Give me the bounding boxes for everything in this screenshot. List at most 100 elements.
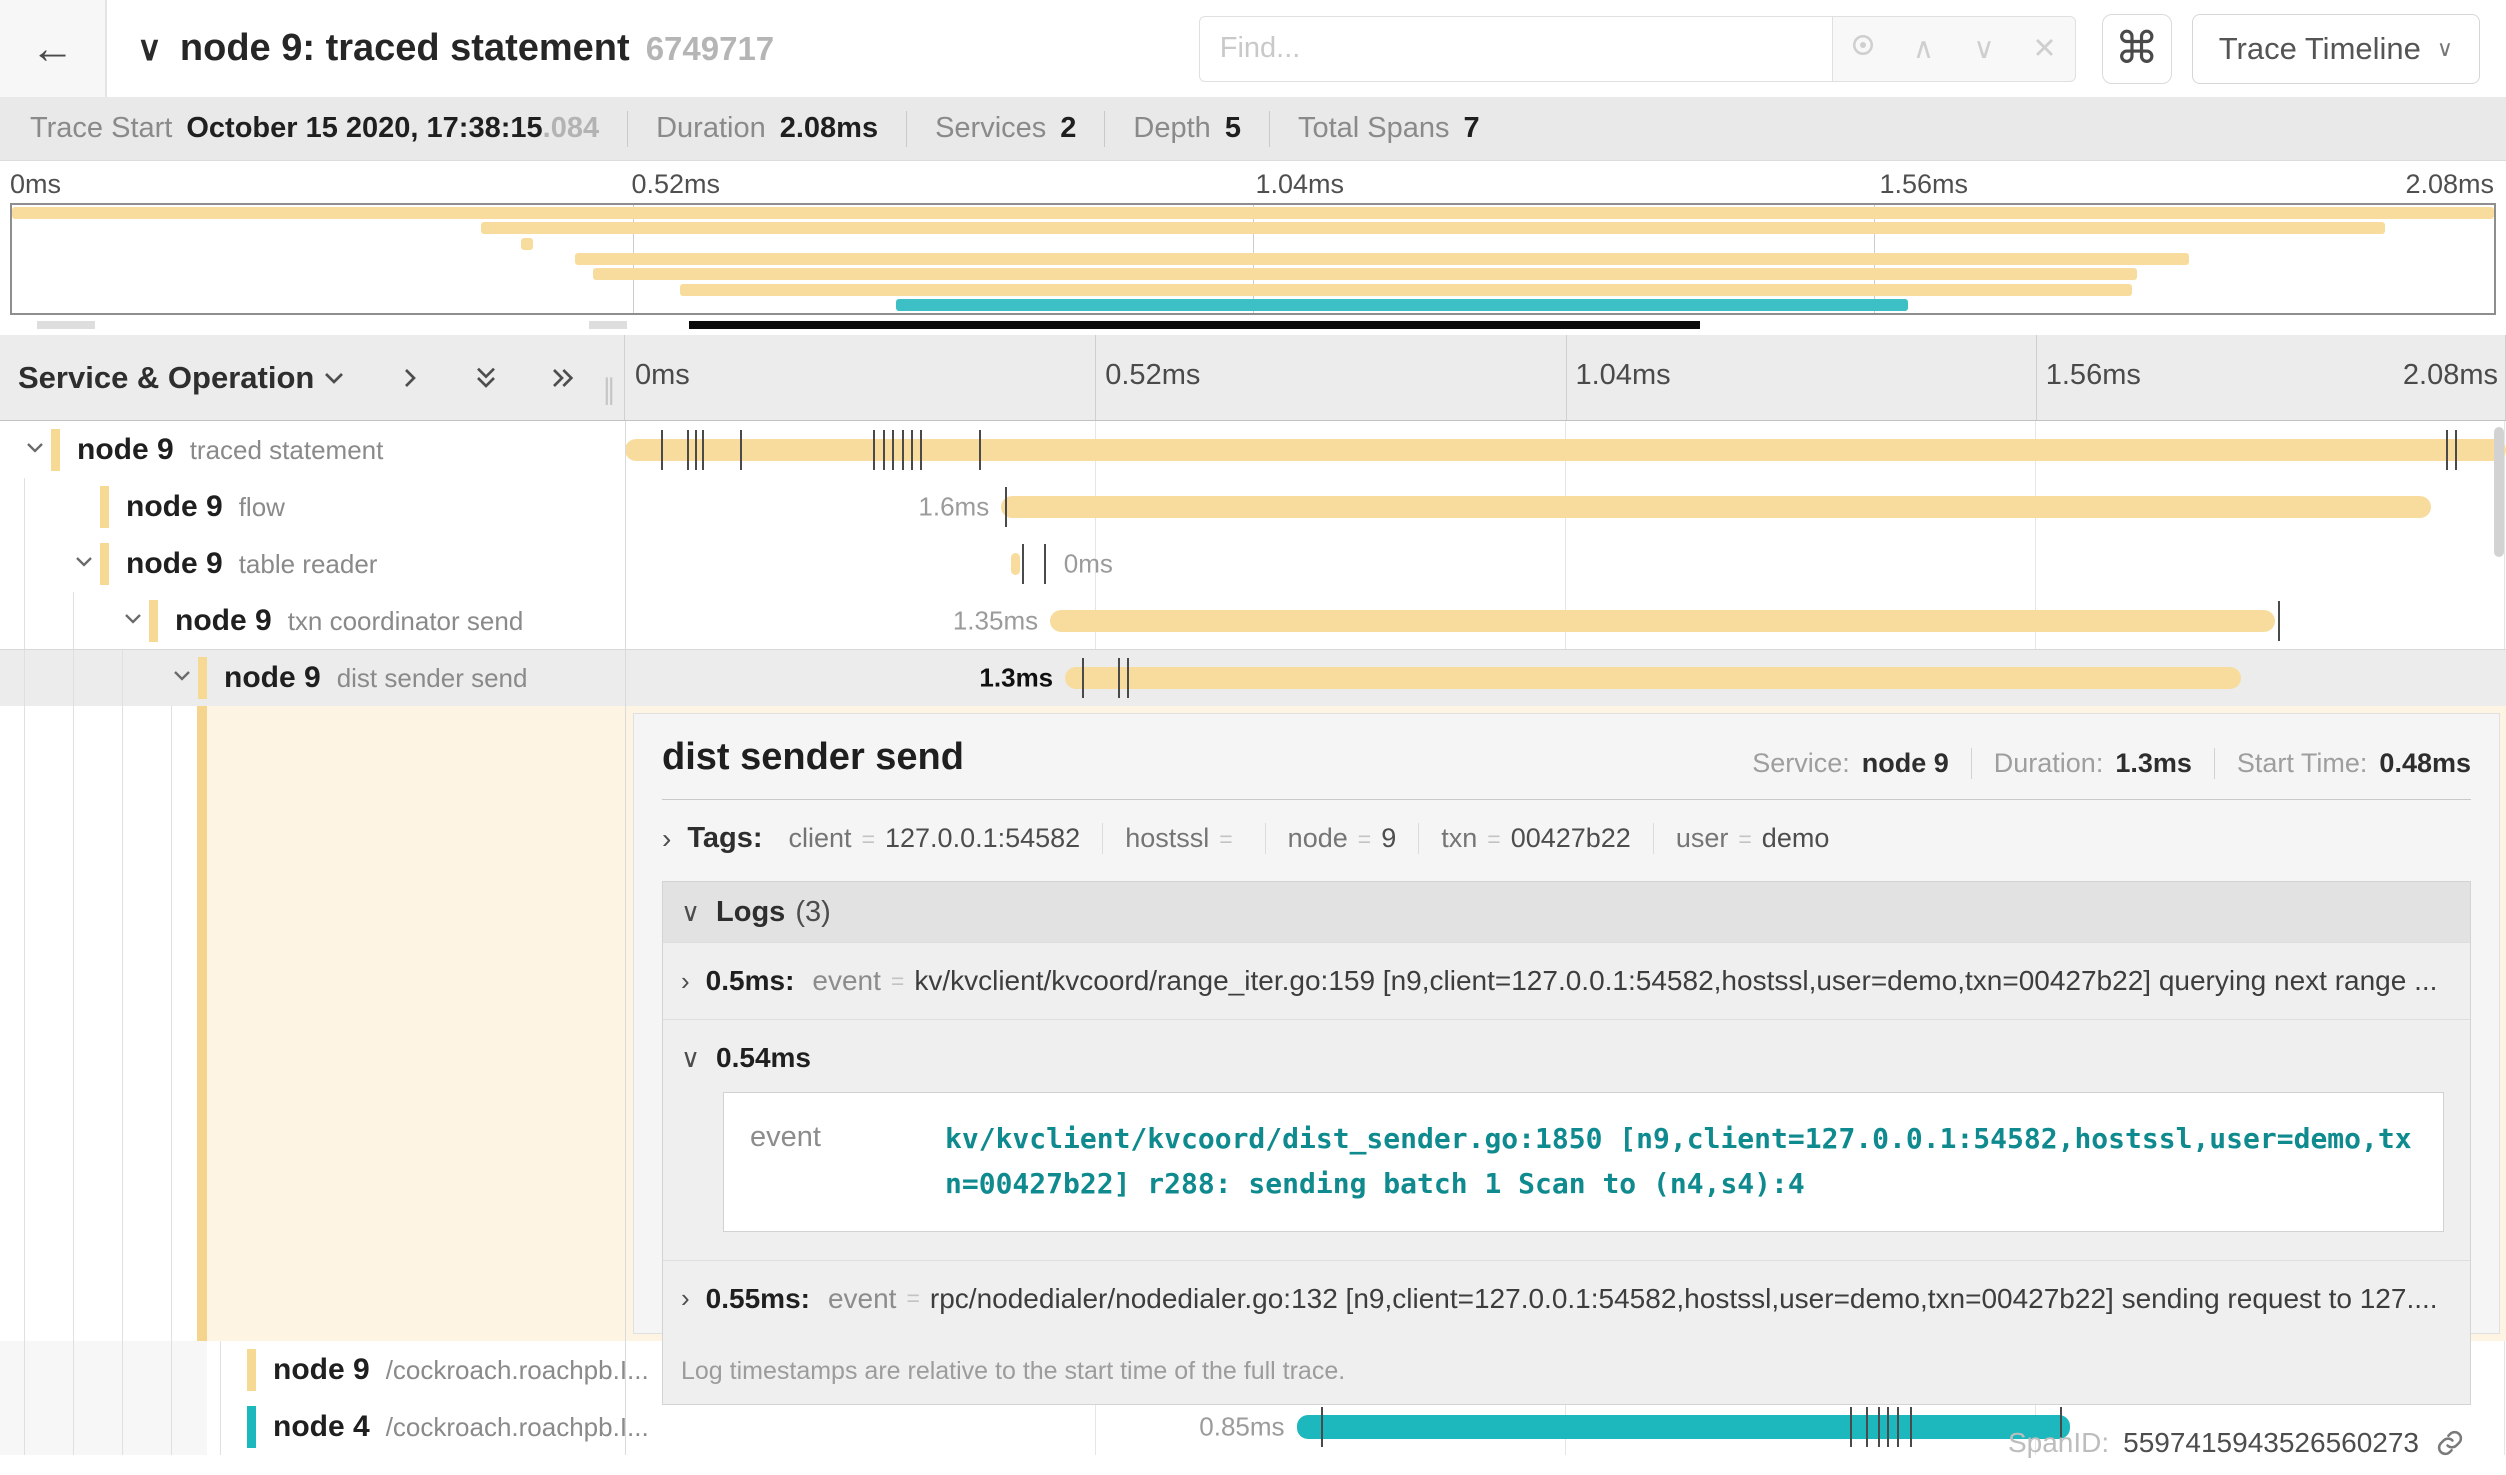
span-color-swatch xyxy=(149,600,158,642)
span-bar[interactable] xyxy=(1065,667,2241,689)
log-marker xyxy=(740,430,742,470)
find-input[interactable] xyxy=(1199,16,1832,82)
chevron-down-icon[interactable] xyxy=(70,547,98,580)
log-marker xyxy=(902,430,904,470)
span-bar[interactable] xyxy=(1001,496,2431,518)
log-marker xyxy=(2455,430,2457,470)
timeline-gridline xyxy=(1095,335,1096,420)
chevron-down-icon[interactable] xyxy=(119,604,147,637)
span-bar-cell[interactable]: 1.6ms xyxy=(625,478,2506,535)
scrubber-handle[interactable] xyxy=(37,321,94,329)
minimap-span-bar xyxy=(896,299,1909,311)
span-color-swatch xyxy=(247,1349,256,1391)
log-marker xyxy=(687,430,689,470)
log-message: rpc/nodedialer/nodedialer.go:132 [n9,cli… xyxy=(930,1283,2452,1315)
timeline-tick: 2.08ms xyxy=(2403,359,2498,392)
span-duration-label: 0ms xyxy=(1056,548,1113,579)
span-row-table-reader[interactable]: node 9 table reader 0ms xyxy=(0,535,2506,592)
collapse-one-icon[interactable] xyxy=(318,362,350,394)
viewport-range-bar[interactable] xyxy=(689,321,1701,329)
summary-value: October 15 2020, 17:38:15 xyxy=(186,112,542,145)
indent-guide xyxy=(73,1341,74,1398)
service-operation-title: Service & Operation xyxy=(18,360,314,396)
back-arrow-icon: ← xyxy=(31,24,75,74)
minimap-scrubber xyxy=(10,317,2496,335)
column-resizer-handle[interactable]: ∥ xyxy=(602,373,616,406)
log-entry-header[interactable]: ∨ 0.54ms xyxy=(663,1020,2470,1088)
tag-key: node xyxy=(1288,823,1348,854)
columns-header: Service & Operation ∥ 0ms 0.52ms 1.04ms … xyxy=(0,335,2506,421)
collapse-all-icon[interactable] xyxy=(470,362,502,394)
span-row-traced-statement[interactable]: node 9 traced statement xyxy=(0,421,2506,478)
chevron-right-icon[interactable]: › xyxy=(662,823,671,855)
tags-row[interactable]: › Tags: client = 127.0.0.1:54582 hostssl… xyxy=(662,822,2471,855)
collapse-trace-icon[interactable]: ∨ xyxy=(137,29,162,69)
log-entry[interactable]: › 0.5ms: event = kv/kvclient/kvcoord/ran… xyxy=(663,942,2470,1019)
operation-name: txn coordinator send xyxy=(288,606,524,637)
page-title: node 9: traced statement xyxy=(180,27,630,70)
log-entry[interactable]: › 0.55ms: event = rpc/nodedialer/nodedia… xyxy=(663,1260,2470,1337)
indent-guide xyxy=(171,1398,172,1455)
minimap-canvas[interactable] xyxy=(10,203,2496,315)
scrubber-handle[interactable] xyxy=(589,321,626,329)
span-bar-cell[interactable]: 1.35ms xyxy=(625,592,2506,649)
span-bar[interactable] xyxy=(1050,610,2275,632)
next-match-icon[interactable]: ∨ xyxy=(1964,31,2004,66)
locate-match-icon[interactable] xyxy=(1843,30,1883,68)
summary-label: Total Spans xyxy=(1298,112,1450,145)
keyboard-shortcuts-button[interactable]: ⌘ xyxy=(2102,14,2172,84)
summary-suffix: .084 xyxy=(543,112,599,145)
expand-all-icon[interactable] xyxy=(546,362,578,394)
span-name-cell: node 9 txn coordinator send xyxy=(0,592,625,649)
trace-minimap: 0ms 0.52ms 1.04ms 1.56ms 2.08ms xyxy=(0,161,2506,335)
timeline-gridline xyxy=(1566,335,1567,420)
indent-guide xyxy=(24,706,25,1341)
operation-name: /cockroach.roachpb.I... xyxy=(386,1412,649,1443)
service-name: node 9 xyxy=(273,1353,370,1387)
meta-value: node 9 xyxy=(1862,748,1949,779)
span-bar[interactable] xyxy=(625,439,2506,461)
span-bar[interactable] xyxy=(1011,553,1020,575)
expand-one-icon[interactable] xyxy=(394,362,426,394)
clear-find-icon[interactable]: ✕ xyxy=(2025,31,2065,66)
span-duration-label: 1.6ms xyxy=(918,491,1001,522)
span-row-txn-coordinator-send[interactable]: node 9 txn coordinator send 1.35ms xyxy=(0,592,2506,649)
timeline-tick: 1.04ms xyxy=(1576,359,1671,392)
minimap-span-bar xyxy=(593,268,2137,280)
indent-guide xyxy=(24,478,25,535)
vertical-scrollbar[interactable] xyxy=(2494,427,2504,557)
indent-guide xyxy=(73,1398,74,1455)
span-row-flow[interactable]: node 9 flow 1.6ms xyxy=(0,478,2506,535)
logs-header[interactable]: ∨ Logs (3) xyxy=(663,882,2470,942)
panel-splitter[interactable] xyxy=(625,421,626,1455)
operation-name: /cockroach.roachpb.I... xyxy=(386,1355,649,1386)
span-bar-cell[interactable]: 1.3ms xyxy=(625,650,2506,706)
span-bar-cell[interactable] xyxy=(625,421,2506,478)
summary-value: 7 xyxy=(1464,112,1480,145)
deep-link-icon[interactable] xyxy=(2435,1428,2465,1458)
span-row-dist-sender-send[interactable]: node 9 dist sender send 1.3ms xyxy=(0,649,2506,706)
minimap-row xyxy=(12,253,2494,265)
trace-view-selector[interactable]: Trace Timeline ∨ xyxy=(2192,14,2480,84)
prev-match-icon[interactable]: ∧ xyxy=(1904,31,1944,66)
chevron-down-icon[interactable] xyxy=(21,433,49,466)
back-button[interactable]: ← xyxy=(0,0,107,97)
indent-guide xyxy=(171,706,172,1341)
equals-sign: = xyxy=(862,826,875,853)
chevron-down-icon[interactable] xyxy=(168,662,196,695)
span-detail-region: dist sender send Service: node 9 Duratio… xyxy=(0,706,2506,1341)
log-marker xyxy=(2446,430,2448,470)
summary-label: Trace Start xyxy=(30,112,172,145)
span-bar-cell[interactable]: 0ms xyxy=(625,535,2506,592)
chevron-down-icon: ∨ xyxy=(681,897,700,928)
spanid-label: SpanID: xyxy=(2008,1427,2109,1459)
summary-label: Duration xyxy=(656,112,766,145)
log-marker xyxy=(1005,487,1007,527)
trace-rows-viewport: node 9 traced statement node 9 flow 1.6m… xyxy=(0,421,2506,1455)
span-name-cell: node 9 flow xyxy=(0,478,625,535)
timeline-tick: 0ms xyxy=(635,359,690,392)
span-color-swatch xyxy=(198,657,207,699)
timeline-header: 0ms 0.52ms 1.04ms 1.56ms 2.08ms xyxy=(625,335,2506,420)
tag-value: 9 xyxy=(1381,823,1396,854)
tag-value: demo xyxy=(1762,823,1830,854)
